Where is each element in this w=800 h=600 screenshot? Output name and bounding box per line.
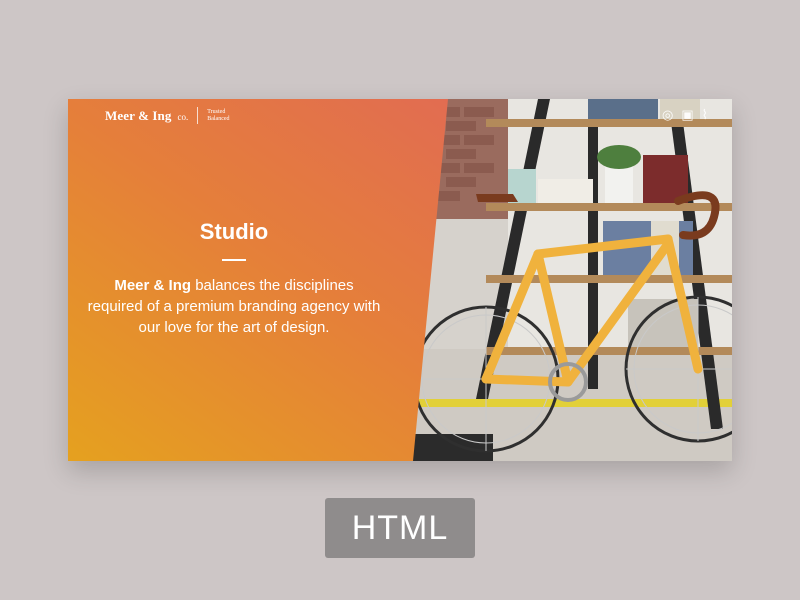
html-badge: HTML: [325, 498, 475, 558]
badge-label: HTML: [351, 508, 449, 547]
dribbble-icon[interactable]: ◎: [662, 108, 673, 121]
title-divider: [222, 259, 246, 261]
instagram-icon[interactable]: ▣: [681, 108, 693, 121]
brand-tagline: Trusted Balanced: [207, 109, 229, 123]
description-brand: Meer & Ing: [114, 277, 192, 294]
brand-suffix: co.: [177, 111, 189, 122]
hero-card: Meer & Ing co. Trusted Balanced Studio M…: [68, 99, 732, 461]
social-links: ◎ ▣ ⌇: [662, 108, 708, 121]
twitter-icon[interactable]: ⌇: [702, 108, 708, 121]
hero-description: Meer & Ing balances the disciplines requ…: [86, 275, 382, 338]
brand-tagline-line2: Balanced: [207, 115, 230, 122]
page-title: Studio: [199, 219, 269, 244]
brand-divider: [197, 107, 199, 124]
brand-name: Meer & Ing: [105, 107, 172, 123]
brand-logo[interactable]: Meer & Ing co. Trusted Balanced: [105, 107, 230, 124]
brand-tagline-line1: Trusted: [207, 108, 226, 115]
canvas: Meer & Ing co. Trusted Balanced Studio M…: [0, 0, 800, 600]
